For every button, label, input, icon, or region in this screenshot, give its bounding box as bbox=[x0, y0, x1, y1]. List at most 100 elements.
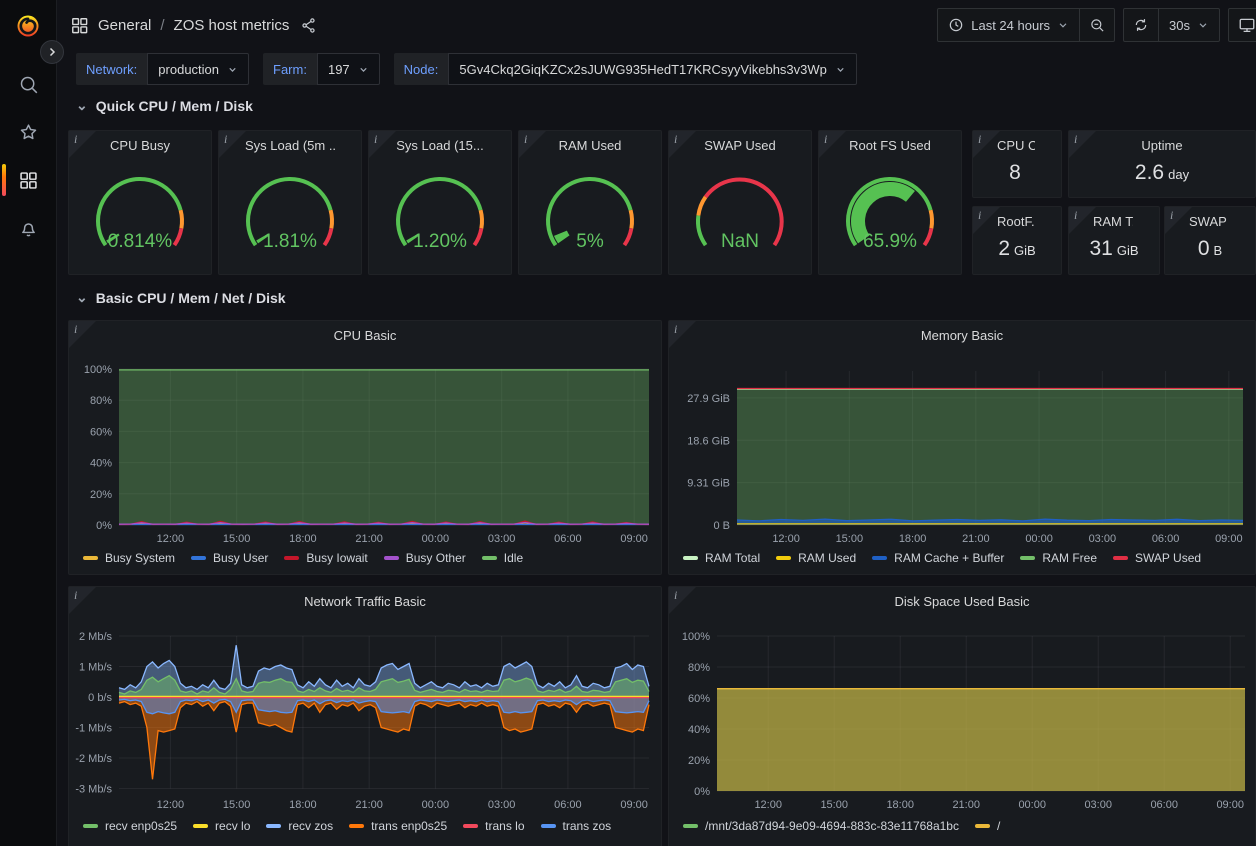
network-traffic-chart[interactable]: 2 Mb/s1 Mb/s0 b/s-1 Mb/s-2 Mb/s-3 Mb/s12… bbox=[69, 587, 663, 846]
panel-title[interactable]: RAM Used bbox=[545, 138, 635, 153]
svg-text:03:00: 03:00 bbox=[1089, 533, 1117, 545]
panel-title[interactable]: RAM T... bbox=[1093, 214, 1133, 229]
panel-title[interactable]: Sys Load (5m ... bbox=[245, 138, 335, 153]
legend-swatch bbox=[83, 556, 98, 560]
panel-swap-used: SWAP Used NaN bbox=[668, 130, 812, 275]
legend-item[interactable]: trans zos bbox=[541, 819, 612, 833]
sidebar bbox=[0, 0, 57, 846]
panel-memory-basic: Memory Basic 0 B9.31 GiB18.6 GiB27.9 GiB… bbox=[668, 320, 1256, 575]
panel-title[interactable]: Sys Load (15... bbox=[395, 138, 485, 153]
svg-text:40%: 40% bbox=[90, 458, 112, 470]
stat-number: 31 bbox=[1089, 237, 1112, 261]
legend-item[interactable]: RAM Free bbox=[1020, 551, 1097, 565]
network-traffic-legend: recv enp0s25 recv lo recv zos trans enp0s25… bbox=[83, 819, 653, 833]
svg-text:00:00: 00:00 bbox=[1025, 533, 1053, 545]
panel-info-icon[interactable] bbox=[669, 131, 696, 158]
legend-item[interactable]: RAM Cache + Buffer bbox=[872, 551, 1004, 565]
panel-disk-space-basic: Disk Space Used Basic 0%20%40%60%80%100%… bbox=[668, 586, 1256, 846]
legend-item[interactable]: /mnt/3da87d94-9e09-4694-883c-83e11768a1b… bbox=[683, 819, 959, 833]
stat-number: 2 bbox=[998, 237, 1010, 261]
legend-item[interactable]: recv enp0s25 bbox=[83, 819, 177, 833]
legend-swatch bbox=[266, 824, 281, 828]
panel-title[interactable]: CPU Busy bbox=[95, 138, 185, 153]
legend-swatch bbox=[284, 556, 299, 560]
sidebar-item-alerting[interactable] bbox=[0, 204, 56, 252]
svg-text:1 Mb/s: 1 Mb/s bbox=[79, 662, 113, 674]
legend-item[interactable]: recv lo bbox=[193, 819, 250, 833]
stat-value: 8 bbox=[973, 161, 1061, 191]
svg-text:18.6 GiB: 18.6 GiB bbox=[687, 435, 730, 447]
svg-text:09:00: 09:00 bbox=[1215, 533, 1243, 545]
svg-text:06:00: 06:00 bbox=[1152, 533, 1180, 545]
legend-swatch bbox=[872, 556, 887, 560]
disk-space-chart[interactable]: 0%20%40%60%80%100%12:0015:0018:0021:0000… bbox=[669, 587, 1256, 846]
legend-label: RAM Total bbox=[705, 551, 760, 565]
panel-title[interactable]: SWAP Used bbox=[695, 138, 785, 153]
panel-info-icon[interactable] bbox=[973, 131, 1000, 158]
stat-value: 0 B bbox=[1165, 237, 1255, 268]
svg-text:65.9%: 65.9% bbox=[863, 231, 917, 252]
legend-item[interactable]: Busy Iowait bbox=[284, 551, 367, 565]
svg-text:2 Mb/s: 2 Mb/s bbox=[79, 631, 113, 643]
legend-label: Busy Iowait bbox=[306, 551, 367, 565]
svg-text:18:00: 18:00 bbox=[886, 799, 914, 811]
panel-info-icon[interactable] bbox=[69, 131, 96, 158]
section-row-basic[interactable]: ⌄ Basic CPU / Mem / Net / Disk bbox=[76, 289, 286, 306]
panel-title[interactable]: Root FS Used bbox=[845, 138, 935, 153]
svg-text:12:00: 12:00 bbox=[157, 799, 185, 811]
sidebar-item-search[interactable] bbox=[0, 60, 56, 108]
svg-text:1.81%: 1.81% bbox=[263, 231, 317, 252]
legend-item[interactable]: Busy User bbox=[191, 551, 268, 565]
panel-title[interactable]: RootF... bbox=[997, 214, 1035, 229]
panel-info-icon[interactable] bbox=[519, 131, 546, 158]
svg-text:27.9 GiB: 27.9 GiB bbox=[687, 393, 730, 405]
legend-item[interactable]: Busy System bbox=[83, 551, 175, 565]
legend-label: Busy System bbox=[105, 551, 175, 565]
svg-text:21:00: 21:00 bbox=[962, 533, 990, 545]
stat-unit: day bbox=[1168, 167, 1189, 182]
panel-title[interactable]: SWAP ... bbox=[1189, 214, 1229, 229]
legend-label: recv zos bbox=[288, 819, 333, 833]
legend-item[interactable]: SWAP Used bbox=[1113, 551, 1201, 565]
cpu-basic-chart[interactable]: 0%20%40%60%80%100%12:0015:0018:0021:0000… bbox=[69, 321, 663, 576]
section-row-quick[interactable]: ⌄ Quick CPU / Mem / Disk bbox=[76, 97, 253, 114]
panel-info-icon[interactable] bbox=[973, 207, 1000, 234]
sidebar-expand-button[interactable] bbox=[40, 40, 64, 64]
legend-item[interactable]: Idle bbox=[482, 551, 523, 565]
legend-item[interactable]: recv zos bbox=[266, 819, 333, 833]
svg-text:9.31 GiB: 9.31 GiB bbox=[687, 478, 730, 490]
svg-text:-1 Mb/s: -1 Mb/s bbox=[75, 723, 112, 735]
sidebar-item-starred[interactable] bbox=[0, 108, 56, 156]
sidebar-item-dashboards[interactable] bbox=[0, 156, 56, 204]
legend-item[interactable]: trans lo bbox=[463, 819, 524, 833]
gauge-sys-load-5m: 1.81% bbox=[219, 159, 361, 270]
panel-info-icon[interactable] bbox=[819, 131, 846, 158]
legend-swatch bbox=[463, 824, 478, 828]
legend-swatch bbox=[349, 824, 364, 828]
panel-info-icon[interactable] bbox=[219, 131, 246, 158]
legend-item[interactable]: Busy Other bbox=[384, 551, 466, 565]
legend-item[interactable]: trans enp0s25 bbox=[349, 819, 447, 833]
dashboards-grid-icon bbox=[18, 170, 39, 191]
panel-title[interactable]: CPU C... bbox=[997, 138, 1035, 153]
memory-basic-chart[interactable]: 0 B9.31 GiB18.6 GiB27.9 GiB12:0015:0018:… bbox=[669, 321, 1256, 576]
legend-item[interactable]: / bbox=[975, 819, 1000, 833]
panel-title[interactable]: Uptime bbox=[1095, 138, 1229, 153]
legend-swatch bbox=[83, 824, 98, 828]
legend-item[interactable]: RAM Used bbox=[776, 551, 856, 565]
legend-label: /mnt/3da87d94-9e09-4694-883c-83e11768a1b… bbox=[705, 819, 959, 833]
legend-item[interactable]: RAM Total bbox=[683, 551, 760, 565]
svg-text:0 b/s: 0 b/s bbox=[88, 692, 112, 704]
grafana-logo[interactable] bbox=[15, 12, 41, 38]
stat-unit: GiB bbox=[1117, 243, 1139, 258]
panel-info-icon[interactable] bbox=[369, 131, 396, 158]
panel-info-icon[interactable] bbox=[1069, 131, 1096, 158]
legend-label: recv enp0s25 bbox=[105, 819, 177, 833]
panel-info-icon[interactable] bbox=[1069, 207, 1096, 234]
stat-value: 2 GiB bbox=[973, 237, 1061, 268]
panel-info-icon[interactable] bbox=[1165, 207, 1192, 234]
legend-label: Idle bbox=[504, 551, 523, 565]
grafana-app: General / ZOS host metrics Last 24 hours bbox=[0, 0, 1256, 846]
svg-text:0%: 0% bbox=[694, 786, 710, 798]
svg-text:0.814%: 0.814% bbox=[108, 231, 173, 252]
